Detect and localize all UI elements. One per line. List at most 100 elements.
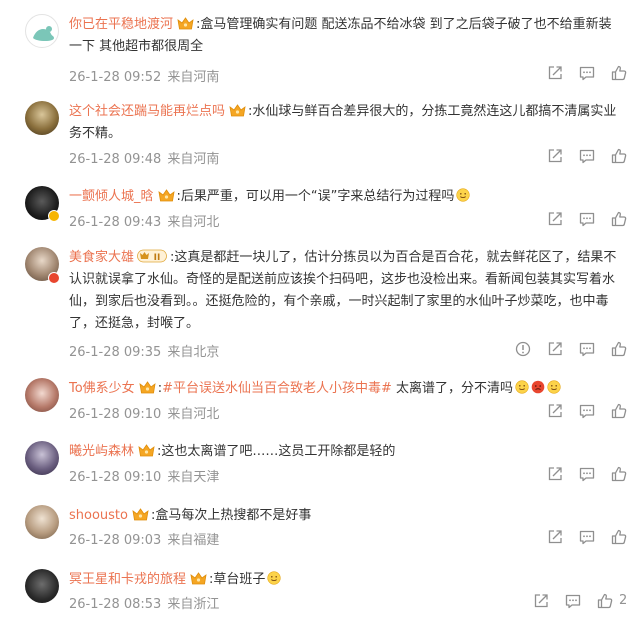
share-icon[interactable] [546,147,564,165]
comment-location: 来自浙江 [167,597,220,612]
comment-icon[interactable] [578,465,596,483]
comment-location: 来自天津 [167,470,220,485]
comment-time: 26-1-28 09:52 [69,70,162,85]
comment-meta: 26-1-28 09:10 来自天津 [69,466,219,485]
comment-time: 26-1-28 09:10 [69,407,162,422]
crown-badge-icon [132,508,149,521]
comment-text: 曦光屿森林 :这也太离谱了吧……这员工开除都是轻的 [69,441,624,463]
avatar[interactable] [25,505,59,539]
comment-time: 26-1-28 09:43 [69,215,162,230]
comment-actions [514,210,634,230]
avatar[interactable] [25,14,59,48]
thumbs-up-icon[interactable] [610,528,628,546]
avatar[interactable] [25,101,59,135]
share-icon[interactable] [546,64,564,82]
share-icon[interactable] [546,465,564,483]
comment-time: 26-1-28 08:53 [69,597,162,612]
thumbs-up-icon[interactable] [596,592,614,610]
comment-text: To佛系少女:#平台误送水仙当百合致老人小孩中毒# 太离谱了，分不清吗 [69,378,624,400]
comment-actions [514,64,634,84]
topic-link[interactable]: #平台误送水仙当百合致老人小孩中毒# [162,381,392,396]
thumbs-up-icon[interactable] [610,210,628,228]
username-link[interactable]: 美食家大雄 [69,250,134,265]
crown-badge-icon [190,572,207,585]
comment-meta: 26-1-28 09:10 来自河北 [69,403,219,422]
thumbs-up-icon[interactable] [610,147,628,165]
share-icon[interactable] [546,340,564,358]
username-link[interactable]: 曦光屿森林 [69,444,134,459]
comment-actions [514,528,634,548]
comment-location: 来自河南 [167,70,220,85]
comment-meta: 26-1-28 09:03 来自福建 [69,529,219,548]
thumbs-up-icon[interactable] [610,465,628,483]
avatar[interactable] [25,378,59,412]
comment-meta: 26-1-28 09:43 来自河北 [69,211,219,230]
emoji-icon [547,380,561,394]
comment-body: :盒马每次上热搜都不是好事 [150,508,312,523]
comment-location: 来自河北 [167,215,220,230]
comment-icon[interactable] [578,210,596,228]
username-link[interactable]: 冥王星和卡戎的旅程 [69,572,186,587]
comment-icon[interactable] [578,340,596,358]
thumbs-up-icon[interactable] [610,64,628,82]
verified-badge-icon [48,272,60,284]
share-icon[interactable] [532,592,550,610]
thumbs-up-icon[interactable] [610,340,628,358]
share-icon[interactable] [546,402,564,420]
comment-text: 美食家大雄 II:这真是都赶一块儿了，估计分拣员以为百合是百合花，就去鲜花区了，结… [69,247,624,335]
comment-actions [514,402,634,422]
emoji-icon [267,571,281,585]
comment-body: :草台班子 [209,572,266,587]
like-count: 2 [619,593,628,608]
comment-icon[interactable] [578,64,596,82]
comment-icon[interactable] [578,528,596,546]
thumbs-up-icon[interactable] [610,402,628,420]
comment-text: 冥王星和卡戎的旅程 :草台班子 [69,569,624,591]
crown-badge-icon [177,17,194,30]
vip-level-badge-icon: II [137,249,167,263]
comment-actions [514,340,634,360]
report-icon[interactable] [514,340,532,358]
comment-location: 来自河北 [167,407,220,422]
comment-icon[interactable] [564,592,582,610]
comment-location: 来自河南 [167,152,220,167]
comment-body: :后果严重，可以用一个“误”字来总结行为过程吗 [176,189,455,204]
crown-badge-icon [158,189,175,202]
comment-time: 26-1-28 09:03 [69,533,162,548]
username-link[interactable]: shoousto [69,508,128,523]
comment-actions [514,147,634,167]
username-link[interactable]: 这个社会还踹马能再烂点吗 [69,104,225,119]
comment-text: shoousto :盒马每次上热搜都不是好事 [69,505,624,527]
comment-meta: 26-1-28 09:48 来自河南 [69,148,219,167]
comment-icon[interactable] [578,402,596,420]
emoji-icon [515,380,529,394]
comment-time: 26-1-28 09:10 [69,470,162,485]
username-link[interactable]: 你已在平稳地渡河 [69,17,173,32]
avatar[interactable] [25,569,59,603]
comment-location: 来自北京 [167,345,220,360]
comment-time: 26-1-28 09:35 [69,345,162,360]
emoji-icon [531,380,545,394]
avatar[interactable] [25,441,59,475]
comment-body: 太离谱了，分不清吗 [391,381,514,396]
comment-actions: 2 [514,592,634,612]
share-icon[interactable] [546,210,564,228]
comment-location: 来自福建 [167,533,220,548]
comment-text: 一颤倾人城_晗 :后果严重，可以用一个“误”字来总结行为过程吗 [69,186,624,208]
svg-text:II: II [154,253,161,263]
comment-meta: 26-1-28 09:52 来自河南 [69,66,219,85]
username-link[interactable]: To佛系少女 [69,381,135,396]
username-link[interactable]: 一颤倾人城_晗 [69,189,154,204]
emoji-icon [456,188,470,202]
comment-meta: 26-1-28 08:53 来自浙江 [69,593,219,612]
verified-badge-icon [48,210,60,222]
crown-badge-icon [138,444,155,457]
comment-text: 你已在平稳地渡河:盒马管理确实有问题 配送冻品不给冰袋 到了之后袋子破了也不给重… [69,14,624,58]
share-icon[interactable] [546,528,564,546]
crown-badge-icon [229,104,246,117]
crown-badge-icon [139,381,156,394]
comment-icon[interactable] [578,147,596,165]
comment-text: 这个社会还踹马能再烂点吗:水仙球与鲜百合差异很大的，分拣工竟然连这儿都搞不清属实… [69,101,624,145]
comment-actions [514,465,634,485]
comment-body: :这也太离谱了吧……这员工开除都是轻的 [157,444,396,459]
